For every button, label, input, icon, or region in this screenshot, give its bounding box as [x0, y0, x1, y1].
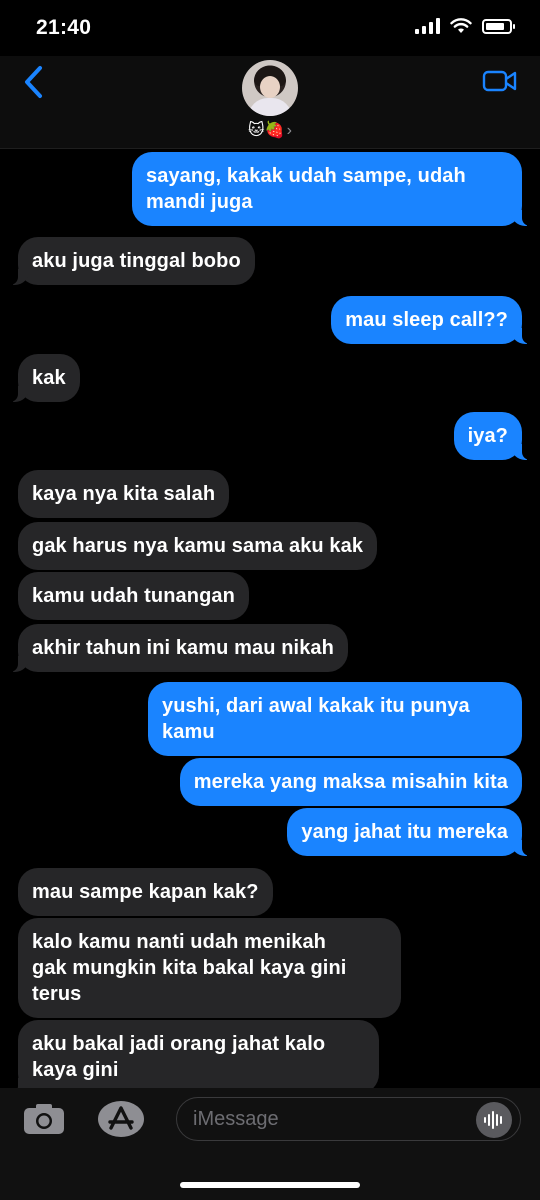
- contact-avatar[interactable]: [242, 60, 298, 116]
- message-bubble-incoming[interactable]: gak harus nya kamu sama aku kak: [18, 522, 378, 570]
- contact-name: 🐱🍓: [248, 122, 285, 139]
- home-indicator: [180, 1182, 360, 1188]
- message-bubble-incoming[interactable]: kamu udah tunangan: [18, 572, 249, 620]
- composer-bar: [0, 1088, 540, 1200]
- message-bubble-outgoing[interactable]: yang jahat itu mereka: [287, 808, 532, 856]
- message-text: kaya nya kita salah: [32, 483, 216, 505]
- message-text: aku juga tinggal bobo: [32, 250, 241, 272]
- wifi-icon: [450, 18, 472, 33]
- message-text: mau sampe kapan kak?: [32, 881, 259, 903]
- battery-icon: [482, 18, 515, 34]
- contact-name-button[interactable]: 🐱🍓 ›: [0, 120, 540, 140]
- message-text: sayang, kakak udah sampe, udah mandi jug…: [146, 165, 466, 213]
- audio-message-button[interactable]: [476, 1102, 512, 1138]
- message-bubble-outgoing[interactable]: sayang, kakak udah sampe, udah mandi jug…: [132, 152, 532, 226]
- message-text: aku bakal jadi orang jahat kalo kaya gin…: [32, 1033, 326, 1081]
- status-icons: [415, 18, 515, 34]
- video-camera-icon[interactable]: [482, 68, 518, 94]
- message-text: mereka yang maksa misahin kita: [193, 771, 508, 793]
- status-bar: 21:40: [0, 0, 540, 56]
- message-bubble-incoming[interactable]: aku bakal jadi orang jahat kalo kaya gin…: [8, 1020, 379, 1088]
- message-bubble-outgoing[interactable]: yushi, dari awal kakak itu punya kamu: [148, 682, 522, 756]
- message-text: yushi, dari awal kakak itu punya kamu: [162, 695, 470, 743]
- message-input[interactable]: [176, 1097, 521, 1141]
- app-store-icon[interactable]: [96, 1100, 146, 1138]
- message-text: kamu udah tunangan: [32, 585, 235, 607]
- conversation-header: 🐱🍓 ›: [0, 56, 540, 149]
- message-thread: sayang, kakak udah sampe, udah mandi jug…: [0, 150, 540, 1088]
- message-bubble-outgoing[interactable]: mereka yang maksa misahin kita: [179, 758, 522, 806]
- message-bubble-outgoing[interactable]: iya?: [453, 412, 533, 460]
- chevron-right-icon: ›: [286, 122, 292, 139]
- message-text: iya?: [467, 425, 508, 447]
- message-bubble-incoming[interactable]: akhir tahun ini kamu mau nikah: [8, 624, 348, 672]
- message-text: kak: [32, 367, 66, 389]
- audio-waveform-icon: [484, 1111, 502, 1129]
- cellular-signal-icon: [415, 18, 440, 34]
- message-bubble-incoming[interactable]: kalo kamu nanti udah menikah gak mungkin…: [18, 918, 401, 1018]
- message-text: mau sleep call??: [345, 309, 508, 331]
- message-bubble-incoming[interactable]: aku juga tinggal bobo: [8, 237, 255, 285]
- message-text: yang jahat itu mereka: [301, 821, 508, 843]
- status-time: 21:40: [36, 16, 92, 39]
- message-text: akhir tahun ini kamu mau nikah: [32, 637, 334, 659]
- camera-icon[interactable]: [22, 1102, 66, 1136]
- message-bubble-incoming[interactable]: kak: [8, 354, 80, 402]
- message-text: kalo kamu nanti udah menikah gak mungkin…: [32, 931, 347, 1005]
- message-bubble-incoming[interactable]: kaya nya kita salah: [18, 470, 230, 518]
- message-bubble-incoming[interactable]: mau sampe kapan kak?: [18, 868, 273, 916]
- message-bubble-outgoing[interactable]: mau sleep call??: [331, 296, 532, 344]
- message-text: gak harus nya kamu sama aku kak: [32, 535, 364, 557]
- back-chevron-icon[interactable]: [20, 62, 48, 102]
